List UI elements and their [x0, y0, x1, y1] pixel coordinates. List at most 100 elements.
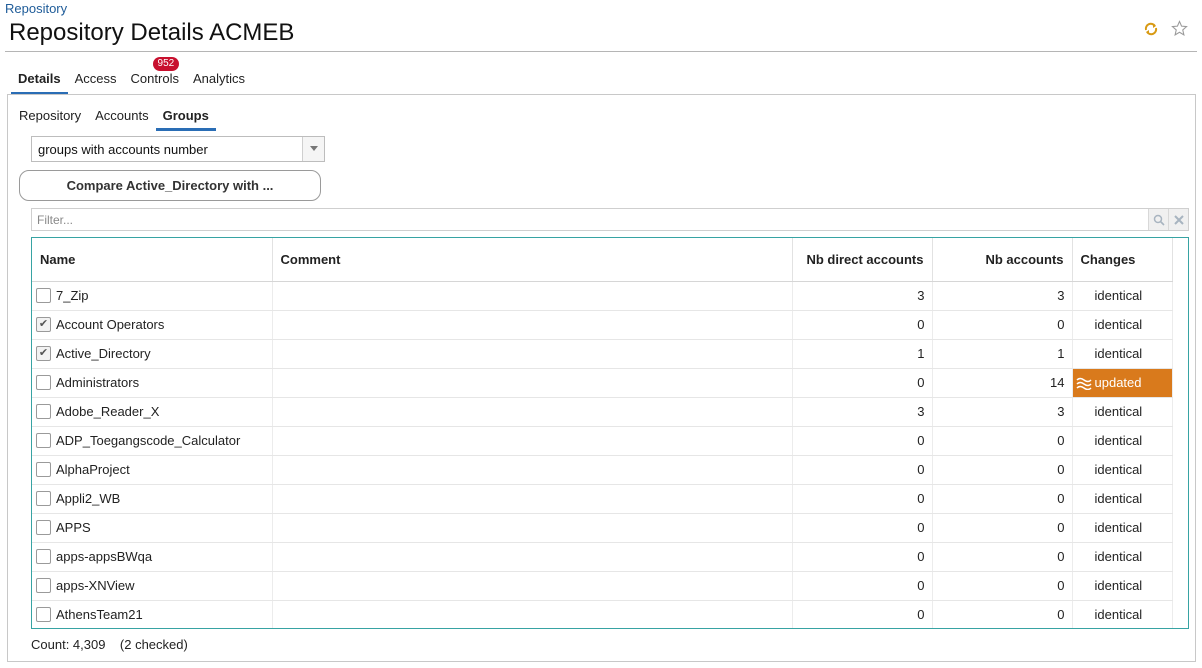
- cell-nb-direct-accounts: 0: [792, 600, 933, 628]
- cell-nb-accounts: 0: [932, 600, 1073, 628]
- table-row[interactable]: apps-XNView 0 0 identical: [32, 571, 1173, 601]
- breadcrumb[interactable]: Repository: [5, 1, 67, 16]
- tab-details[interactable]: Details: [11, 66, 68, 95]
- cell-changes: identical: [1072, 339, 1173, 369]
- view-select[interactable]: groups with accounts number: [31, 136, 325, 162]
- table-row[interactable]: APPS 0 0 identical: [32, 513, 1173, 543]
- cell-nb-direct-accounts: 0: [792, 513, 933, 543]
- updated-icon: [1075, 378, 1092, 391]
- subtab-accounts[interactable]: Accounts: [88, 105, 155, 131]
- col-name[interactable]: Name: [32, 238, 273, 282]
- clear-icon[interactable]: [1168, 209, 1188, 230]
- cell-changes: updated: [1072, 368, 1173, 398]
- row-checkbox[interactable]: [36, 403, 51, 419]
- cell-nb-accounts: 3: [932, 281, 1073, 311]
- cell-nb-direct-accounts: 0: [792, 310, 933, 340]
- change-status: identical: [1094, 288, 1143, 303]
- change-status: identical: [1094, 404, 1143, 419]
- cell-name: apps-appsBWqa: [32, 542, 273, 572]
- row-checkbox[interactable]: [36, 374, 51, 390]
- table-row[interactable]: ✔ Account Operators 0 0 identical: [32, 310, 1173, 340]
- cell-nb-direct-accounts: 0: [792, 455, 933, 485]
- table-row[interactable]: AlphaProject 0 0 identical: [32, 455, 1173, 485]
- row-checkbox[interactable]: [36, 461, 51, 477]
- star-icon[interactable]: [1171, 20, 1188, 37]
- group-name: Adobe_Reader_X: [56, 404, 160, 420]
- row-checkbox[interactable]: [36, 432, 51, 448]
- change-status: identical: [1094, 578, 1143, 593]
- col-changes[interactable]: Changes: [1072, 238, 1173, 282]
- table-row[interactable]: ADP_Toegangscode_Calculator 0 0 identical: [32, 426, 1173, 456]
- table-row[interactable]: apps-appsBWqa 0 0 identical: [32, 542, 1173, 572]
- cell-name: AthensTeam21: [32, 600, 273, 628]
- row-checkbox[interactable]: [36, 577, 51, 593]
- change-status: identical: [1094, 317, 1143, 332]
- row-checkbox[interactable]: [36, 519, 51, 535]
- main-tabs: Details Access Controls 952 Analytics: [11, 57, 252, 95]
- group-name: Active_Directory: [56, 346, 151, 362]
- group-name: apps-appsBWqa: [56, 549, 153, 565]
- cell-comment: [272, 542, 793, 572]
- table-row[interactable]: Adobe_Reader_X 3 3 identical: [32, 397, 1173, 427]
- row-checkbox[interactable]: [36, 287, 51, 303]
- search-icon[interactable]: [1148, 209, 1168, 230]
- view-select-value: groups with accounts number: [38, 141, 208, 157]
- cell-nb-direct-accounts: 1: [792, 339, 933, 369]
- change-status: identical: [1094, 346, 1143, 361]
- cell-nb-accounts: 0: [932, 484, 1073, 514]
- refresh-icon[interactable]: [1143, 21, 1159, 37]
- cell-comment: [272, 455, 793, 485]
- table-row[interactable]: 7_Zip 3 3 identical: [32, 281, 1173, 311]
- cell-name: Adobe_Reader_X: [32, 397, 273, 427]
- tab-access[interactable]: Access: [68, 66, 124, 95]
- sub-tabs: Repository Accounts Groups: [12, 105, 216, 131]
- checked-count: (2 checked): [119, 637, 188, 652]
- table-row[interactable]: AthensTeam21 0 0 identical: [32, 600, 1173, 628]
- cell-name: Administrators: [32, 368, 273, 398]
- cell-nb-accounts: 3: [932, 397, 1073, 427]
- cell-nb-direct-accounts: 3: [792, 397, 933, 427]
- title-divider: [5, 51, 1197, 52]
- cell-nb-accounts: 0: [932, 542, 1073, 572]
- group-name: Appli2_WB: [56, 491, 121, 507]
- controls-count-badge: 952: [152, 57, 180, 71]
- cell-name: ✔ Active_Directory: [32, 339, 273, 369]
- chevron-down-icon[interactable]: [302, 137, 324, 161]
- tab-label: Analytics: [192, 71, 245, 86]
- change-status: identical: [1094, 607, 1143, 622]
- cell-nb-direct-accounts: 0: [792, 571, 933, 601]
- row-checkbox[interactable]: [36, 606, 51, 622]
- header-actions: [1143, 20, 1188, 37]
- compare-button[interactable]: Compare Active_Directory with ...: [19, 170, 321, 201]
- tab-controls[interactable]: Controls 952: [124, 57, 186, 95]
- subtab-groups[interactable]: Groups: [155, 105, 216, 131]
- row-checkbox[interactable]: [36, 490, 51, 506]
- cell-nb-accounts: 0: [932, 455, 1073, 485]
- col-comment[interactable]: Comment: [272, 238, 793, 282]
- subtab-repository[interactable]: Repository: [12, 105, 88, 131]
- cell-nb-direct-accounts: 0: [792, 484, 933, 514]
- cell-changes: identical: [1072, 484, 1173, 514]
- page-title: Repository Details ACMEB: [9, 19, 295, 46]
- group-name: Administrators: [56, 375, 140, 391]
- col-nb-direct-accounts[interactable]: Nb direct accounts: [792, 238, 933, 282]
- count-status: Count: 4,309 (2 checked): [31, 637, 188, 652]
- row-checkbox[interactable]: ✔: [36, 316, 51, 332]
- tab-analytics[interactable]: Analytics: [186, 66, 252, 95]
- filter-input[interactable]: [32, 209, 1148, 230]
- cell-nb-direct-accounts: 0: [792, 426, 933, 456]
- cell-comment: [272, 571, 793, 601]
- col-nb-accounts[interactable]: Nb accounts: [932, 238, 1073, 282]
- table-row[interactable]: Administrators 0 14 updated: [32, 368, 1173, 398]
- table-row[interactable]: Appli2_WB 0 0 identical: [32, 484, 1173, 514]
- change-status: updated: [1094, 374, 1142, 390]
- filter-bar: [31, 208, 1189, 231]
- row-checkbox[interactable]: [36, 548, 51, 564]
- cell-comment: [272, 484, 793, 514]
- cell-nb-direct-accounts: 3: [792, 281, 933, 311]
- table-row[interactable]: ✔ Active_Directory 1 1 identical: [32, 339, 1173, 369]
- cell-comment: [272, 368, 793, 398]
- row-checkbox[interactable]: ✔: [36, 345, 51, 361]
- cell-comment: [272, 397, 793, 427]
- group-name: ADP_Toegangscode_Calculator: [56, 433, 241, 449]
